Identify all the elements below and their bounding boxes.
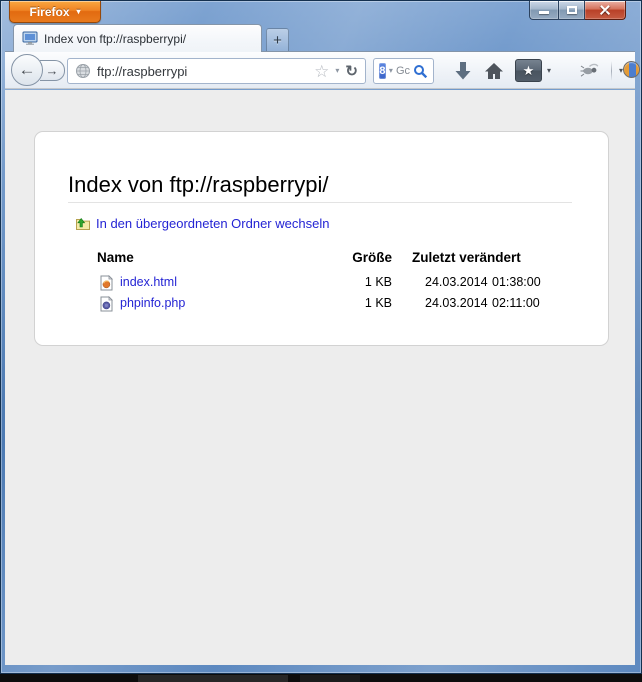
firebug-button[interactable] [579,62,601,78]
toolbar-divider [611,61,612,81]
table-cell-time: 02:11:00 [492,296,540,311]
windows-taskbar [0,674,642,682]
bookmarks-dropdown-button[interactable]: ▾ [544,66,554,76]
firefox-menu-label: Firefox [29,4,70,19]
file-listing-table: Name Größe Zuletzt verändert index.html … [97,250,608,314]
table-cell-size: 1 KB [364,296,392,311]
downloads-button[interactable] [453,61,473,81]
back-icon: ← [18,60,36,79]
table-row-file-name: phpinfo.php [97,293,342,314]
taskbar-item [138,675,288,682]
folder-up-icon [75,216,91,231]
firebug-fly-icon [580,63,598,77]
screen: Firefox ▾ Index von ftp://raspberrypi/ +… [0,0,642,682]
navigation-toolbar: → ← ftp://raspberrypi ☆ ▾ ↻ 8 ▾ Gc ★ ▾ ▾ [5,51,640,89]
parent-directory-row: In den übergeordneten Ordner wechseln [75,216,572,231]
minimize-button[interactable] [529,1,558,20]
new-tab-button[interactable]: + [266,28,289,51]
tab-active[interactable]: Index von ftp://raspberrypi/ [13,24,262,52]
close-icon [599,4,611,16]
heading-divider [68,202,572,204]
home-icon [485,63,503,79]
table-cell-time: 01:38:00 [492,275,541,290]
column-header-modified: Zuletzt verändert [412,250,521,266]
forward-button[interactable]: → [40,60,65,81]
search-input[interactable]: Gc [396,65,410,77]
back-button[interactable]: ← [11,54,43,86]
table-cell-size: 1 KB [364,275,392,290]
tab-title: Index von ftp://raspberrypi/ [44,31,187,46]
page-content: Index von ftp://raspberrypi/ In den über… [5,90,635,665]
forward-icon: → [45,63,59,78]
search-bar[interactable]: 8 ▾ Gc [373,58,434,84]
taskbar-item [300,675,360,682]
url-bar[interactable]: ftp://raspberrypi ☆ ▾ ↻ [67,58,366,84]
minimize-icon [539,10,549,14]
maximize-icon [566,6,577,14]
table-cell-date: 24.03.2014 [425,296,488,311]
window-controls [529,1,626,20]
file-link[interactable]: index.html [120,272,177,293]
file-link[interactable]: phpinfo.php [120,293,185,314]
close-button[interactable] [585,1,626,20]
bookmark-star-icon[interactable]: ☆ [314,63,329,80]
table-cell-date: 24.03.2014 [425,275,488,290]
column-header-name: Name [97,250,134,266]
browser-window: Firefox ▾ Index von ftp://raspberrypi/ +… [0,0,642,674]
php-file-icon [99,295,114,312]
maximize-button[interactable] [558,1,585,20]
column-header-size: Größe [352,250,392,266]
firefox-menu-button[interactable]: Firefox ▾ [9,1,101,23]
search-engine-dropdown-icon[interactable]: ▾ [389,67,393,75]
firefox-html-file-icon [99,274,114,291]
page-favicon-monitor-icon [22,31,38,46]
globe-icon [75,63,91,79]
urlbar-dropdown-icon[interactable]: ▾ [335,67,339,75]
download-arrow-icon [455,62,471,80]
url-text[interactable]: ftp://raspberrypi [97,64,308,79]
reload-icon[interactable]: ↻ [345,64,358,79]
bookmarks-menu-button[interactable]: ★ [515,59,542,82]
chevron-down-icon: ▾ [76,6,81,16]
bookmark-star-filled-icon: ★ [522,62,535,78]
addon-button[interactable] [623,61,640,78]
table-row-file-name: index.html [97,272,342,293]
search-icon[interactable] [413,64,428,79]
directory-listing-card: Index von ftp://raspberrypi/ In den über… [34,131,609,346]
plus-icon: + [273,31,282,49]
home-button[interactable] [483,61,505,81]
page-title: Index von ftp://raspberrypi/ [68,172,329,197]
search-engine-icon[interactable]: 8 [379,63,386,79]
chevron-down-icon: ▾ [546,66,551,75]
parent-directory-link[interactable]: In den übergeordneten Ordner wechseln [96,216,329,231]
